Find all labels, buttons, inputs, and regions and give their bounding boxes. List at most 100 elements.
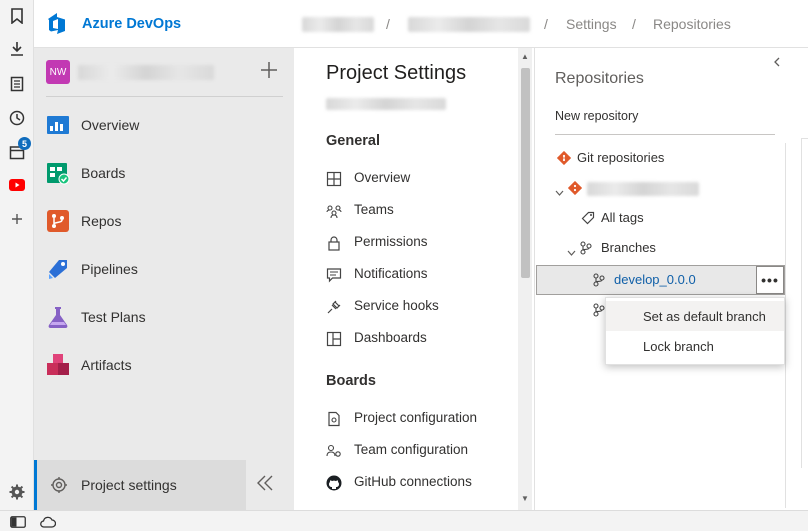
- github-icon: [326, 475, 342, 491]
- section-boards: Boards: [326, 373, 376, 389]
- add-icon[interactable]: [260, 61, 278, 84]
- tree-label: All tags: [601, 210, 644, 225]
- history-icon[interactable]: [8, 109, 26, 127]
- tree-item-repository[interactable]: [555, 176, 775, 202]
- settings-gear-icon[interactable]: [8, 483, 26, 501]
- scroll-down-arrow-icon[interactable]: ▼: [521, 494, 529, 503]
- breadcrumb-org-blurred[interactable]: [302, 17, 374, 32]
- youtube-icon[interactable]: [8, 176, 26, 194]
- project-name-blurred: [78, 65, 214, 80]
- brand-name[interactable]: Azure DevOps: [82, 16, 181, 32]
- download-icon[interactable]: [8, 40, 26, 58]
- new-repository-button[interactable]: New repository: [555, 109, 638, 123]
- chevron-down-icon[interactable]: [567, 244, 576, 262]
- cloud-icon[interactable]: [40, 515, 57, 531]
- browser-sidebar: 5: [0, 0, 34, 510]
- tree-label: Git repositories: [577, 150, 665, 165]
- tree-item-git-repositories[interactable]: Git repositories: [555, 146, 775, 172]
- tree-item-all-tags[interactable]: All tags: [579, 206, 775, 232]
- nav-label: Pipelines: [81, 261, 138, 277]
- breadcrumb-separator: /: [632, 16, 636, 32]
- overview-icon: [46, 113, 70, 137]
- lock-icon: [326, 235, 342, 251]
- settings-item-label: Dashboards: [354, 330, 427, 345]
- browser-status-bar: [0, 510, 808, 531]
- settings-item-teams[interactable]: Teams: [326, 199, 516, 223]
- nav-item-repos[interactable]: Repos: [34, 201, 294, 241]
- pipelines-icon: [46, 257, 70, 281]
- nav-item-boards[interactable]: Boards: [34, 153, 294, 193]
- settings-item-label: Notifications: [354, 266, 428, 281]
- breadcrumb-repositories[interactable]: Repositories: [653, 16, 731, 32]
- project-settings-panel: Project Settings General Overview Teams …: [294, 48, 534, 510]
- azure-devops-logo-icon[interactable]: [46, 12, 70, 36]
- repositories-panel: Repositories New repository Git reposito…: [534, 48, 786, 510]
- nav-item-pipelines[interactable]: Pipelines: [34, 249, 294, 289]
- repos-icon: [46, 209, 70, 233]
- test-plans-icon: [46, 305, 70, 329]
- project-avatar: NW: [46, 60, 70, 84]
- breadcrumb-separator: /: [386, 16, 390, 32]
- plug-icon: [326, 299, 342, 315]
- add-icon[interactable]: [8, 210, 26, 228]
- settings-item-label: Team configuration: [354, 442, 469, 457]
- settings-item-dashboards[interactable]: Dashboards: [326, 327, 516, 351]
- menu-item-set-default-branch[interactable]: Set as default branch: [606, 301, 784, 331]
- notes-icon[interactable]: [8, 75, 26, 93]
- nav-divider: [46, 96, 283, 97]
- settings-item-label: Project configuration: [354, 410, 478, 425]
- scroll-thumb[interactable]: [521, 68, 530, 278]
- bookmark-icon[interactable]: [8, 7, 26, 25]
- section-general: General: [326, 133, 380, 149]
- nav-item-artifacts[interactable]: Artifacts: [34, 345, 294, 385]
- settings-item-service-hooks[interactable]: Service hooks: [326, 295, 516, 319]
- settings-scrollbar[interactable]: ▲ ▼: [518, 48, 532, 510]
- project-settings-link[interactable]: Project settings: [34, 460, 246, 510]
- breadcrumb-project-blurred[interactable]: [408, 17, 530, 32]
- breadcrumb-separator: /: [544, 16, 548, 32]
- team-settings-icon: [326, 443, 342, 459]
- boards-icon: [46, 161, 70, 185]
- left-navigation: NW Overview Boards Repos Pipelines Test: [34, 48, 294, 510]
- settings-item-team-configuration[interactable]: Team configuration: [326, 439, 516, 463]
- settings-item-label: GitHub connections: [354, 474, 472, 489]
- tree-label: Branches: [601, 240, 656, 255]
- tree-item-selected-branch[interactable]: develop_0.0.0: [536, 265, 785, 295]
- settings-item-project-configuration[interactable]: Project configuration: [326, 407, 516, 431]
- settings-item-label: Overview: [354, 170, 411, 185]
- repos-divider: [555, 134, 775, 135]
- settings-item-overview[interactable]: Overview: [326, 167, 516, 191]
- repository-name-blurred: [587, 182, 699, 196]
- tree-item-branches[interactable]: Branches: [567, 236, 775, 262]
- more-actions-button[interactable]: •••: [756, 266, 784, 294]
- settings-item-label: Service hooks: [354, 298, 439, 313]
- settings-item-permissions[interactable]: Permissions: [326, 231, 516, 255]
- chevron-down-icon[interactable]: [555, 184, 564, 202]
- calendar-badge: 5: [18, 137, 31, 150]
- top-header: Azure DevOps / / Settings / Repositories: [34, 0, 808, 48]
- git-icon: [556, 150, 572, 170]
- tag-icon: [581, 211, 595, 230]
- breadcrumb-settings[interactable]: Settings: [566, 16, 617, 32]
- project-settings-label: Project settings: [81, 477, 177, 493]
- repositories-title: Repositories: [555, 70, 644, 87]
- right-panel-border: [801, 138, 808, 468]
- nav-label: Repos: [81, 213, 122, 229]
- menu-item-lock-branch[interactable]: Lock branch: [606, 331, 784, 361]
- nav-label: Artifacts: [81, 357, 132, 373]
- sidebar-toggle-icon[interactable]: [10, 515, 26, 531]
- settings-item-github-connections[interactable]: GitHub connections: [326, 471, 516, 495]
- project-selector[interactable]: NW: [34, 48, 294, 96]
- git-icon: [567, 180, 583, 200]
- branch-icon: [593, 273, 605, 292]
- scroll-up-arrow-icon[interactable]: ▲: [521, 52, 529, 61]
- settings-item-label: Permissions: [354, 234, 428, 249]
- settings-item-label: Teams: [354, 202, 394, 217]
- collapse-nav-icon[interactable]: [256, 472, 274, 498]
- branch-icon: [593, 303, 605, 322]
- nav-item-test-plans[interactable]: Test Plans: [34, 297, 294, 337]
- nav-label: Overview: [81, 117, 140, 133]
- nav-item-overview[interactable]: Overview: [34, 105, 294, 145]
- chevron-left-icon[interactable]: [773, 54, 781, 72]
- settings-item-notifications[interactable]: Notifications: [326, 263, 516, 287]
